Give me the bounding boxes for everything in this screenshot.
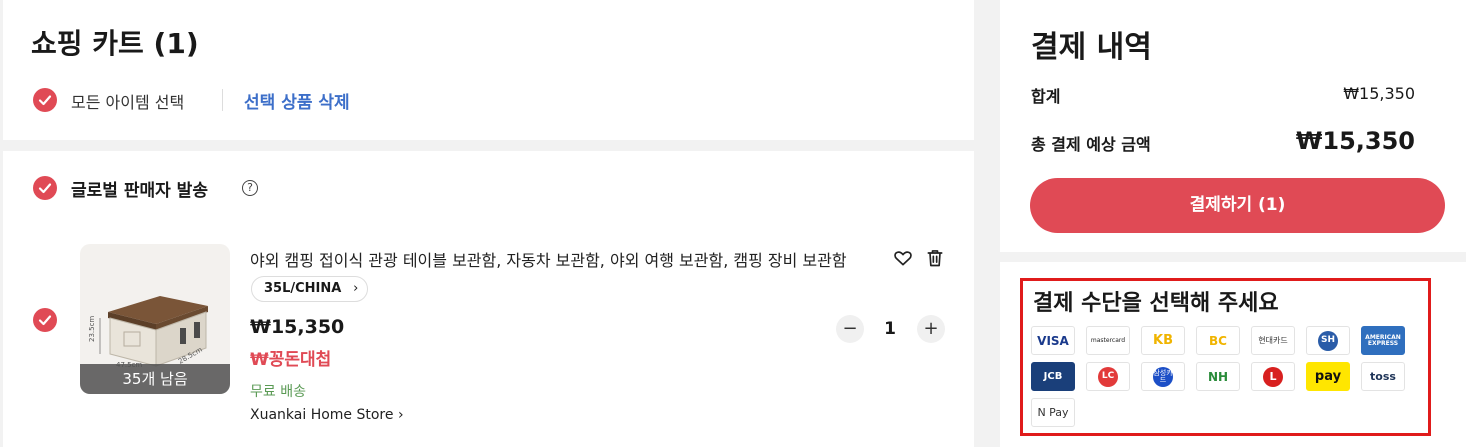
- payment-method-toss[interactable]: toss: [1361, 362, 1405, 391]
- trash-icon[interactable]: [925, 247, 945, 269]
- heart-icon[interactable]: [893, 248, 913, 268]
- quantity-decrease-button[interactable]: −: [836, 315, 864, 343]
- nh-card-logo-icon: NH: [1207, 369, 1229, 384]
- seller-title: 글로벌 판매자 발송: [71, 181, 208, 201]
- payment-method-bc-card[interactable]: BC: [1196, 326, 1240, 355]
- payment-methods-box: 결제 수단을 선택해 주세요 VISA mastercard KB BC 현대카드 SH A…: [1020, 278, 1431, 436]
- checkout-button[interactable]: 결제하기 (1): [1030, 178, 1445, 233]
- lotte-card-logo-icon: LC: [1098, 366, 1118, 387]
- seller-checkbox[interactable]: [33, 176, 57, 200]
- subtotal-value: ₩15,350: [1343, 84, 1415, 103]
- delete-selected-button[interactable]: 선택 상품 삭제: [244, 88, 350, 113]
- bc-card-logo-icon: BC: [1209, 333, 1227, 348]
- quantity-value: 1: [884, 319, 896, 339]
- shinhan-card-logo-icon: SH: [1318, 330, 1338, 351]
- select-all-checkbox[interactable]: [33, 88, 57, 112]
- check-icon: [38, 95, 52, 106]
- total-label: 총 결제 예상 금액: [1031, 135, 1151, 154]
- total-value: ₩15,350: [1295, 127, 1415, 155]
- amex-logo-icon: AMERICAN EXPRESS: [1365, 333, 1401, 347]
- lotte-pay-logo-icon: L: [1263, 366, 1283, 387]
- payment-method-lotte-pay[interactable]: L: [1251, 362, 1295, 391]
- help-icon[interactable]: ?: [242, 180, 258, 196]
- product-title[interactable]: 야외 캠핑 접이식 관광 테이블 보관함, 자동차 보관함, 야외 여행 보관함…: [250, 247, 880, 271]
- payment-method-hyundai-card[interactable]: 현대카드: [1251, 326, 1295, 355]
- payment-method-samsung-card[interactable]: 삼성카드: [1141, 362, 1185, 391]
- select-all-label: 모든 아이템 선택: [71, 93, 185, 112]
- payment-method-kakao-pay[interactable]: pay: [1306, 362, 1350, 391]
- deal-badge: ₩꽁돈대첩: [250, 350, 332, 370]
- item-checkbox[interactable]: [33, 308, 57, 332]
- samsung-card-logo-icon: 삼성카드: [1153, 366, 1173, 387]
- summary-title: 결제 내역: [1031, 30, 1152, 65]
- product-price: ₩15,350: [250, 316, 345, 338]
- kb-card-logo-icon: KB: [1153, 333, 1173, 348]
- option-selector[interactable]: 35L/CHINA ›: [251, 276, 369, 302]
- payment-method-kb-card[interactable]: KB: [1141, 326, 1185, 355]
- payment-method-jcb[interactable]: JCB: [1031, 362, 1075, 391]
- payment-method-lotte-card[interactable]: LC: [1086, 362, 1130, 391]
- payment-method-nh-card[interactable]: NH: [1196, 362, 1240, 391]
- divider: [222, 89, 223, 111]
- chevron-right-icon: ›: [353, 281, 359, 296]
- payment-method-naver-pay[interactable]: N Pay: [1031, 398, 1075, 427]
- payment-method-shinhan-card[interactable]: SH: [1306, 326, 1350, 355]
- quantity-increase-button[interactable]: +: [917, 315, 945, 343]
- product-image[interactable]: 23.5cm 47.5cm 28.5cm 35개 남음: [80, 244, 230, 394]
- store-link[interactable]: Xuankai Home Store ›: [250, 407, 404, 423]
- shipping-label: 무료 배송: [250, 384, 306, 400]
- toss-logo-icon: toss: [1370, 370, 1396, 383]
- visa-logo-icon: VISA: [1037, 333, 1069, 348]
- payment-method-visa[interactable]: VISA: [1031, 326, 1075, 355]
- jcb-logo-icon: JCB: [1043, 370, 1063, 382]
- hyundai-card-logo-icon: 현대카드: [1258, 335, 1288, 345]
- cart-page: 쇼핑 카트 (1) 모든 아이템 선택 선택 상품 삭제 글로벌 판매자 발송 …: [0, 0, 1466, 447]
- payment-methods-panel: 결제 수단을 선택해 주세요 VISA mastercard KB BC 현대카드 SH A…: [1000, 262, 1466, 447]
- mastercard-logo-icon: mastercard: [1090, 336, 1126, 344]
- check-icon: [38, 183, 52, 194]
- payment-method-mastercard[interactable]: mastercard: [1086, 326, 1130, 355]
- stock-badge: 35개 남음: [80, 364, 230, 394]
- page-title: 쇼핑 카트 (1): [31, 27, 199, 60]
- kakao-pay-logo-icon: pay: [1314, 369, 1342, 384]
- check-icon: [38, 315, 52, 326]
- dimension-height: 23.5cm: [88, 316, 96, 342]
- cart-header-panel: 쇼핑 카트 (1) 모든 아이템 선택 선택 상품 삭제: [3, 0, 974, 140]
- seller-panel: 글로벌 판매자 발송 ? 23.5cm 47.5cm 28.5cm 35개 남음: [3, 151, 974, 447]
- option-label: 35L/CHINA: [264, 281, 342, 296]
- payment-methods-title: 결제 수단을 선택해 주세요: [1033, 291, 1279, 316]
- subtotal-label: 합계: [1031, 87, 1061, 106]
- naver-pay-logo-icon: N Pay: [1037, 406, 1069, 419]
- order-summary-panel: 결제 내역 합계 ₩15,350 총 결제 예상 금액 ₩15,350 결제하기…: [1000, 0, 1466, 252]
- payment-method-amex[interactable]: AMERICAN EXPRESS: [1361, 326, 1405, 355]
